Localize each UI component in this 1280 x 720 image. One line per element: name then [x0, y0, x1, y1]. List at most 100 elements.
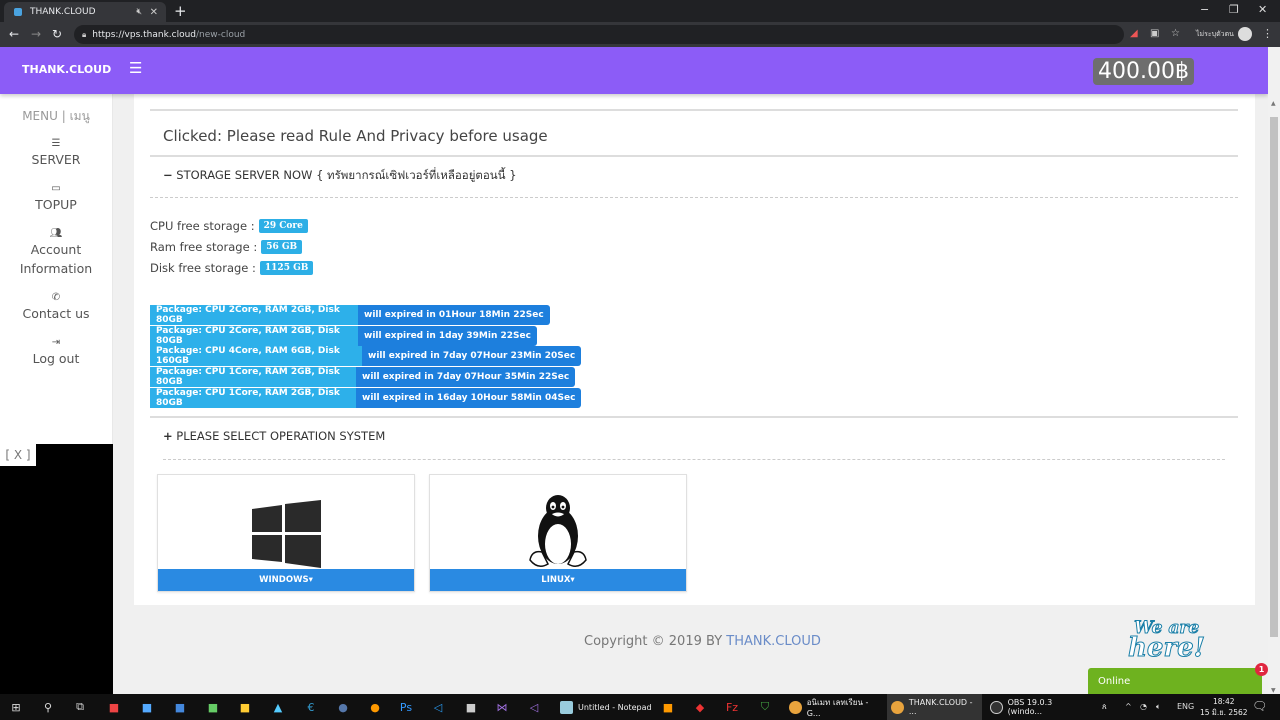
package-row: Package: CPU 1Core, RAM 2GB, Disk 80GB w…: [150, 367, 576, 387]
network-icon[interactable]: ◔: [1140, 702, 1147, 711]
bookmark-star-icon[interactable]: ☆: [1171, 28, 1180, 39]
forward-icon[interactable]: →: [31, 27, 41, 41]
footer-link[interactable]: THANK.CLOUD: [726, 634, 821, 649]
scroll-down-icon[interactable]: ▼: [1271, 687, 1276, 694]
page: THANK.CLOUD ☰ 400.00฿ MENU | เมนู ☰ SERV…: [0, 47, 1268, 694]
app-icon[interactable]: €: [303, 699, 319, 715]
chat-banner[interactable]: We are here!: [1127, 618, 1206, 663]
chat-widget[interactable]: Online: [1088, 668, 1262, 694]
sidebar-item-logout[interactable]: ⇥ Log out: [0, 337, 112, 368]
task-view-icon[interactable]: ⧉: [72, 699, 88, 715]
collapse-icon: −: [163, 168, 173, 182]
back-icon[interactable]: ←: [9, 27, 19, 41]
package-expiry: will expired in 01Hour 18Min 22Sec: [358, 305, 550, 325]
scrollbar-thumb[interactable]: [1270, 117, 1278, 637]
clock[interactable]: 18:42 15 มิ.ย. 2562: [1200, 696, 1248, 718]
language-indicator[interactable]: ENG: [1177, 702, 1194, 711]
browser-tab[interactable]: THANK.CLOUD 🔇︎ ✕: [4, 2, 166, 22]
reload-icon[interactable]: ↻: [52, 27, 62, 41]
new-tab-button[interactable]: +: [174, 2, 187, 20]
os-card-windows[interactable]: WINDOWS▾: [157, 474, 415, 592]
close-ad-button[interactable]: [ X ]: [0, 444, 36, 466]
close-window-icon[interactable]: ✕: [1258, 3, 1267, 16]
browser-menu-icon[interactable]: ⋮: [1262, 27, 1273, 40]
windows-select-button[interactable]: WINDOWS▾: [158, 569, 414, 591]
close-tab-icon[interactable]: ✕: [150, 7, 158, 18]
menu-title: MENU | เมนู: [22, 109, 90, 123]
app-icon[interactable]: ■: [139, 699, 155, 715]
notifications-icon[interactable]: 🗨︎: [1252, 699, 1267, 713]
taskbar-app[interactable]: อนิเมท เลทเรียน - G...: [785, 694, 883, 720]
app-icon[interactable]: ■: [205, 699, 221, 715]
incognito-icon[interactable]: [1238, 27, 1252, 41]
users-icon: 👥︎: [49, 228, 63, 239]
credit-card-icon: ▭: [51, 183, 61, 194]
photoshop-icon[interactable]: Ps: [398, 699, 414, 715]
sidebar-item-server[interactable]: ☰ SERVER: [0, 138, 112, 169]
tray-chevron-icon[interactable]: ^: [1125, 702, 1132, 711]
sidebar-item-topup[interactable]: ▭ TOPUP: [0, 183, 112, 214]
package-row: Package: CPU 2Core, RAM 2GB, Disk 80GB w…: [150, 305, 550, 325]
vscode-icon[interactable]: ◁: [430, 699, 446, 715]
expand-icon: +: [163, 429, 173, 443]
divider: [150, 416, 1238, 418]
minimize-icon[interactable]: −: [1200, 3, 1209, 16]
mute-icon[interactable]: 🔇︎: [136, 7, 142, 17]
search-icon[interactable]: ⚲: [40, 699, 56, 715]
visual-studio-icon[interactable]: ◁: [526, 699, 542, 715]
main-card: Clicked: Please read Rule And Privacy be…: [134, 94, 1255, 605]
blocked-popup-icon[interactable]: ◢: [1130, 28, 1138, 39]
divider: [150, 155, 1238, 157]
chat-banner-line2: here!: [1127, 633, 1206, 663]
page-scrollbar[interactable]: ▲ ▼: [1268, 47, 1280, 694]
linux-select-button[interactable]: LINUX▾: [430, 569, 686, 591]
package-name: Package: CPU 1Core, RAM 2GB, Disk 80GB: [150, 367, 356, 387]
top-navbar: THANK.CLOUD ☰ 400.00฿: [0, 47, 1268, 94]
shield-icon[interactable]: ⛉: [757, 699, 773, 715]
app-icon[interactable]: ▲: [270, 699, 286, 715]
app-icon[interactable]: ■: [237, 699, 253, 715]
brand-logo[interactable]: THANK.CLOUD: [22, 63, 111, 76]
browser-tab-strip: THANK.CLOUD 🔇︎ ✕ + − ❐ ✕: [0, 0, 1280, 22]
taskbar-app[interactable]: Untitled - Notepad: [556, 694, 654, 720]
address-bar[interactable]: 🔒︎ https://vps.thank.cloud/new-cloud: [74, 25, 1124, 44]
os-card-linux[interactable]: LINUX▾: [429, 474, 687, 592]
notepad-icon: [560, 700, 573, 714]
taskbar-app-label: OBS 19.0.3 (windo...: [1007, 698, 1053, 716]
people-icon[interactable]: ጰ: [1102, 702, 1107, 712]
app-icon[interactable]: ■: [106, 699, 122, 715]
lock-icon: 🔒︎: [82, 29, 87, 39]
visual-studio-icon[interactable]: ⋈: [494, 699, 510, 715]
package-name: Package: CPU 2Core, RAM 2GB, Disk 80GB: [150, 326, 358, 346]
app-icon[interactable]: ■: [172, 699, 188, 715]
sublime-icon[interactable]: ■: [660, 699, 676, 715]
app-icon[interactable]: ●: [367, 699, 383, 715]
scroll-up-icon[interactable]: ▲: [1271, 100, 1276, 107]
taskbar-app-active[interactable]: THANK.CLOUD - ...: [887, 694, 982, 720]
volume-icon[interactable]: 🔈︎: [1156, 702, 1161, 712]
dashed-divider: [150, 197, 1238, 198]
filezilla-icon[interactable]: Fz: [724, 699, 740, 715]
taskbar-app-label: Untitled - Notepad: [578, 702, 652, 712]
sidebar-item-contact[interactable]: ✆ Contact us: [0, 292, 112, 323]
sidebar-item-account[interactable]: 👥︎ Account Information: [0, 228, 112, 278]
app-icon[interactable]: ■: [463, 699, 479, 715]
start-icon[interactable]: ⊞: [8, 699, 24, 715]
hamburger-menu-icon[interactable]: ☰: [129, 59, 142, 77]
package-name: Package: CPU 1Core, RAM 2GB, Disk 80GB: [150, 388, 356, 408]
chat-status: Online: [1098, 676, 1131, 687]
app-icon[interactable]: ●: [335, 699, 351, 715]
os-section-toggle[interactable]: + PLEASE SELECT OPERATION SYSTEM: [163, 429, 385, 443]
package-expiry: will expired in 7day 07Hour 35Min 22Sec: [356, 367, 576, 387]
url-host: https://vps.thank.cloud: [92, 29, 197, 40]
taskbar-app-label: THANK.CLOUD - ...: [908, 698, 973, 716]
windows-taskbar: ⊞ ⚲ ⧉ ■ ■ ■ ■ ■ ▲ € ● ● Ps ◁ ■ ⋈ ◁ Untit…: [0, 694, 1280, 720]
phone-icon: ✆: [51, 292, 61, 303]
sidebar-item-label: Contact us: [22, 306, 90, 321]
restore-icon[interactable]: ❐: [1229, 3, 1239, 16]
app-icon[interactable]: ◆: [692, 699, 708, 715]
taskbar-app[interactable]: OBS 19.0.3 (windo...: [986, 694, 1086, 720]
taskbar-app-label: อนิเมท เลทเรียน - G...: [806, 698, 869, 718]
translate-icon[interactable]: ▣: [1150, 28, 1159, 39]
storage-section-toggle[interactable]: − STORAGE SERVER NOW { ทรัพยากรณ์เซิฟเวอ…: [163, 167, 517, 185]
